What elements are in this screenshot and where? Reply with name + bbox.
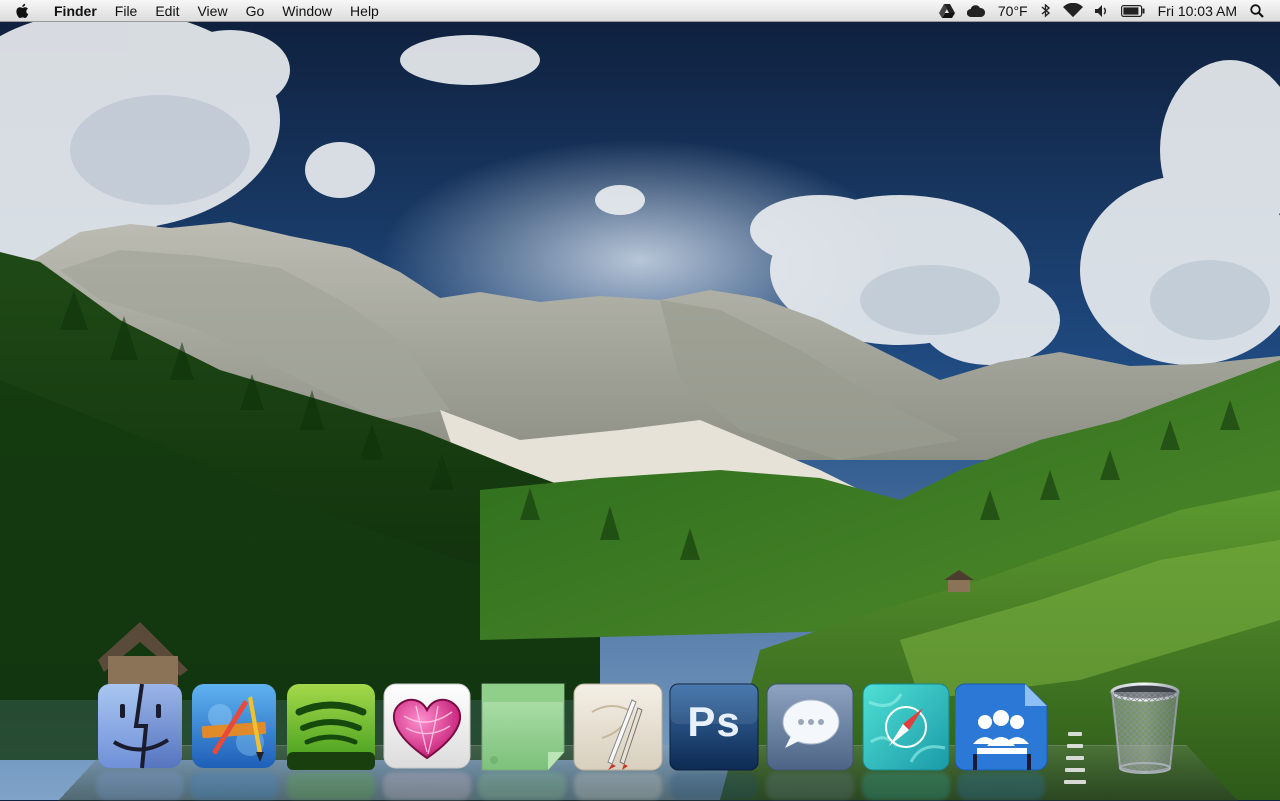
- spotify-icon: [287, 684, 375, 770]
- speech-bubble-icon: [766, 683, 854, 771]
- apple-logo-icon[interactable]: [0, 0, 44, 22]
- finder-face-icon: [98, 683, 182, 769]
- compass-icon: [862, 683, 950, 771]
- dock-item-photoshop[interactable]: Ps: [668, 682, 759, 771]
- trash-can-icon: [1110, 682, 1180, 774]
- paint-brush-icon: [573, 683, 663, 771]
- photoshop-label: Ps: [687, 698, 741, 745]
- dock-item-app-store[interactable]: [190, 682, 278, 770]
- menu-help[interactable]: Help: [341, 0, 388, 22]
- google-drive-icon[interactable]: [933, 0, 961, 22]
- magnifier-icon[interactable]: [1244, 0, 1270, 22]
- people-group-icon: [955, 683, 1048, 771]
- menu-view[interactable]: View: [188, 0, 236, 22]
- speaker-icon[interactable]: [1089, 0, 1115, 22]
- menu-bar: Finder File Edit View Go Window Help 70°…: [0, 0, 1280, 22]
- dock-item-sketch-app[interactable]: [572, 682, 663, 771]
- cloud-icon[interactable]: [961, 0, 991, 22]
- battery-icon[interactable]: [1115, 0, 1151, 22]
- dock-item-contacts[interactable]: [955, 682, 1048, 771]
- dock-item-stickies[interactable]: [478, 682, 566, 771]
- sticky-note-icon: [481, 683, 565, 771]
- pencil-ruler-icon: [192, 684, 276, 768]
- dock-item-safari[interactable]: [861, 682, 950, 771]
- dock-item-finder[interactable]: [96, 682, 184, 770]
- bluetooth-icon[interactable]: [1035, 0, 1057, 22]
- dock-item-messages[interactable]: [765, 682, 854, 771]
- desktop-wallpaper: [0, 0, 1280, 800]
- weather-temperature[interactable]: 70°F: [991, 3, 1035, 19]
- dock-item-trash[interactable]: [1104, 680, 1186, 776]
- dock-item-spotify[interactable]: [285, 682, 375, 770]
- wifi-icon[interactable]: [1057, 0, 1089, 22]
- menu-window[interactable]: Window: [273, 0, 341, 22]
- menu-go[interactable]: Go: [237, 0, 274, 22]
- menu-app-finder[interactable]: Finder: [44, 0, 106, 22]
- dock-item-love-app[interactable]: [382, 682, 471, 770]
- menu-clock[interactable]: Fri 10:03 AM: [1151, 3, 1244, 19]
- menu-file[interactable]: File: [106, 0, 147, 22]
- pink-heart-icon: [383, 683, 471, 769]
- menu-edit[interactable]: Edit: [146, 0, 188, 22]
